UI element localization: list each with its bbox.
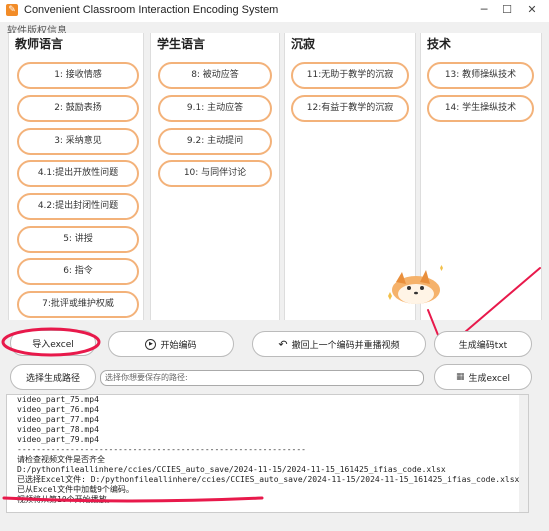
red-underline-annotation [2,496,264,503]
code-button-7[interactable]: 7:批评或维护权威 [17,291,139,318]
undo-icon: ↶ [278,337,288,351]
red-circle-annotation [1,327,101,357]
generate-txt-label: 生成编码txt [458,340,508,351]
code-button-14[interactable]: 14: 学生操纵技术 [427,95,534,122]
save-path-input[interactable]: 选择你想要保存的路径: [100,370,424,386]
undo-replay-button[interactable]: ↶ 撤回上一个编码并重播视频 [252,331,426,357]
window-title: Convenient Classroom Interaction Encodin… [24,4,279,16]
code-button-4-1[interactable]: 4.1:提出开放性问题 [17,160,139,187]
choose-path-label: 选择生成路径 [25,373,80,384]
maximize-button[interactable]: ☐ [497,2,517,18]
log-line: video_part_76.mp4 [17,405,99,414]
code-button-1[interactable]: 1: 接收情感 [17,62,139,89]
code-button-9-1[interactable]: 9.1: 主动应答 [158,95,272,122]
code-button-13[interactable]: 13: 教师操纵技术 [427,62,534,89]
code-button-3[interactable]: 3: 采纳意见 [17,128,139,155]
title-bar: ✎ Convenient Classroom Interaction Encod… [0,0,549,22]
excel-icon: ▦ [455,372,465,382]
generate-excel-label: 生成excel [468,373,511,384]
code-button-2[interactable]: 2: 鼓励表扬 [17,95,139,122]
log-line: video_part_79.mp4 [17,435,99,444]
code-button-8[interactable]: 8: 被动应答 [158,62,272,89]
log-line: video_part_75.mp4 [17,395,99,404]
code-button-4-2[interactable]: 4.2:提出封闭性问题 [17,193,139,220]
code-button-12[interactable]: 12:有益于教学的沉寂 [291,95,409,122]
choose-path-button[interactable]: 选择生成路径 [10,364,96,390]
minimize-button[interactable]: ─ [474,2,494,18]
teacher-heading: 教师语言 [15,37,64,51]
tech-heading: 技术 [427,37,452,51]
console-scrollbar[interactable] [519,395,528,512]
generate-txt-button[interactable]: 生成编码txt [434,331,532,357]
silence-heading: 沉寂 [291,37,316,51]
start-encoding-button[interactable]: ▶ 开始编码 [108,331,234,357]
app-icon: ✎ [6,4,18,16]
code-button-9-2[interactable]: 9.2: 主动提问 [158,128,272,155]
code-button-11[interactable]: 11:无助于教学的沉寂 [291,62,409,89]
start-encoding-label: 开始编码 [160,340,197,351]
log-line: 请检查视频文件是否齐全 [17,455,105,464]
generate-excel-button[interactable]: ▦ 生成excel [434,364,532,390]
code-button-6[interactable]: 6: 指令 [17,258,139,285]
close-button[interactable]: ✕ [522,2,542,18]
code-button-10[interactable]: 10: 与同伴讨论 [158,160,272,187]
log-line: 已选择Excel文件: D:/pythonfileallinhere/ccies… [17,475,520,484]
log-separator: ----------------------------------------… [17,445,306,454]
log-line: video_part_78.mp4 [17,425,99,434]
undo-replay-label: 撤回上一个编码并重播视频 [291,340,400,351]
log-line: video_part_77.mp4 [17,415,99,424]
student-heading: 学生语言 [157,37,206,51]
code-button-5[interactable]: 5: 讲授 [17,226,139,253]
log-line: D:/pythonfileallinhere/ccies/CCIES_auto_… [17,465,446,474]
play-icon: ▶ [145,338,157,350]
